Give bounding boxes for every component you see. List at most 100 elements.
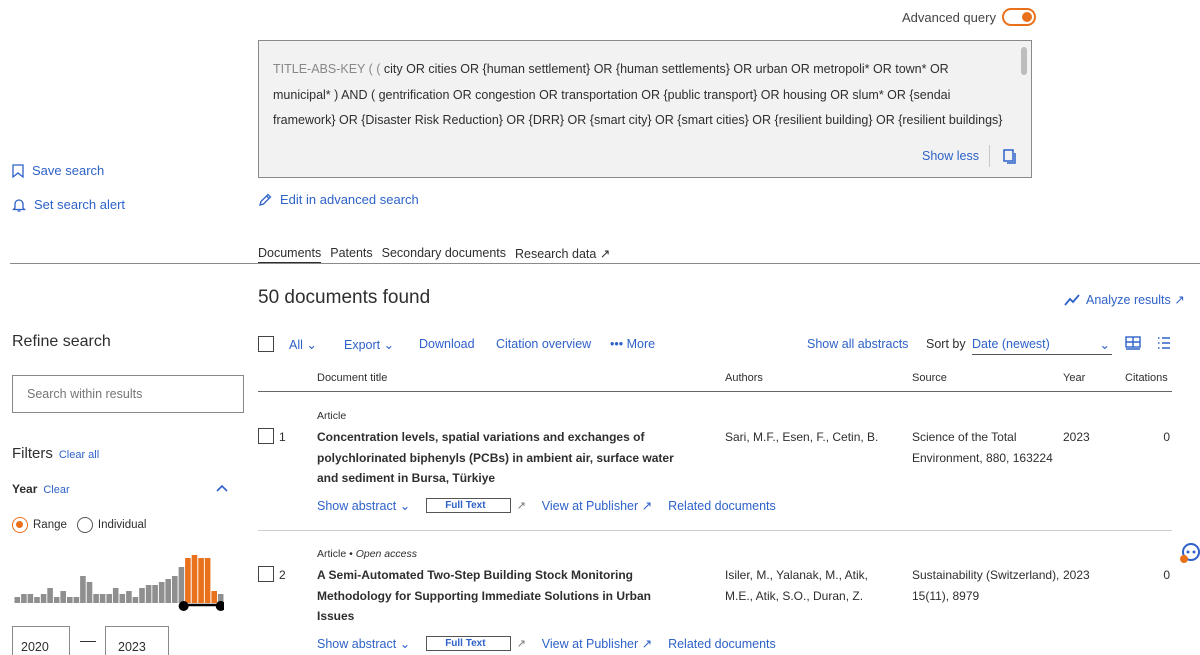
tab-documents[interactable]: Documents (258, 246, 322, 264)
analyze-results-link[interactable]: Analyze results ↗ (1064, 292, 1185, 307)
toggle-switch[interactable] (1001, 8, 1036, 26)
tab-research-data[interactable]: Research data ↗ (515, 246, 610, 264)
clear-all-link[interactable]: Clear all (59, 449, 99, 461)
trend-chart-icon (1064, 293, 1080, 306)
related-documents-link[interactable]: Related documents (668, 499, 776, 513)
advanced-query-toggle[interactable]: Advanced query (902, 8, 1036, 26)
bell-icon (12, 198, 26, 212)
row-number: 2 (279, 568, 286, 582)
authors[interactable]: Sari, M.F., Esen, F., Cetin, B. (725, 427, 895, 448)
full-text-button[interactable]: Full Text (426, 498, 511, 513)
chevron-down-icon: ⌄ (383, 338, 395, 352)
year-histogram[interactable] (14, 553, 224, 613)
col-source[interactable]: Source (912, 372, 947, 384)
external-link-icon: ↗ (516, 638, 526, 650)
view-at-publisher-link[interactable]: View at Publisher ↗ (542, 636, 652, 651)
more-button[interactable]: ••• More (610, 337, 655, 351)
histogram-bar (178, 567, 185, 603)
row-checkbox[interactable] (258, 428, 274, 444)
set-search-alert-link[interactable]: Set search alert (12, 197, 125, 212)
document-type: Article (317, 410, 347, 422)
document-type: Article • Open access (317, 548, 417, 560)
histogram-bar (27, 594, 34, 603)
query-line-2: municipal* ) AND ( gentrification OR con… (273, 87, 951, 102)
show-less-link[interactable]: Show less (922, 149, 979, 163)
chevron-up-icon[interactable] (216, 480, 228, 495)
histogram-bar (106, 594, 112, 603)
source[interactable]: Sustainability (Switzerland), 15(11), 89… (912, 565, 1072, 606)
select-all-checkbox[interactable] (258, 336, 274, 352)
divider (989, 145, 990, 167)
histogram-bar (132, 597, 139, 603)
bookmark-icon (12, 163, 24, 178)
histogram-bar (172, 576, 178, 603)
chevron-down-icon: ⌄ (306, 338, 317, 352)
tab-secondary-documents[interactable]: Secondary documents (382, 246, 506, 264)
list-view-icon[interactable] (1157, 336, 1171, 353)
query-box: TITLE-ABS-KEY ( ( city OR cities OR {hum… (258, 40, 1032, 178)
authors[interactable]: Isiler, M., Yalanak, M., Atik, M.E., Ati… (725, 565, 895, 606)
save-search-link[interactable]: Save search (12, 163, 104, 178)
show-abstract-label: Show abstract (317, 499, 397, 513)
results-toolbar: All ⌄ Export ⌄ Download Citation overvie… (258, 336, 1178, 356)
related-documents-link[interactable]: Related documents (668, 637, 776, 651)
year-from-input[interactable]: 2020 (12, 626, 70, 655)
tab-patents[interactable]: Patents (330, 246, 372, 264)
year-clear-link[interactable]: Clear (43, 484, 69, 496)
view-at-publisher-link[interactable]: View at Publisher ↗ (542, 498, 652, 513)
histogram-bar (93, 594, 99, 603)
histogram-bar (119, 594, 126, 603)
save-search-label: Save search (32, 163, 105, 178)
histogram-bar (185, 558, 191, 603)
individual-label: Individual (97, 519, 147, 532)
histogram-bar (86, 582, 93, 603)
query-line-3: framework} OR {Disaster Risk Reduction} … (273, 113, 1003, 127)
chat-assistant-icon[interactable] (1178, 540, 1200, 568)
show-all-abstracts-button[interactable]: Show all abstracts (807, 337, 908, 351)
open-access-label: Open access (355, 548, 417, 560)
citations[interactable]: 0 (1108, 430, 1170, 444)
col-authors[interactable]: Authors (725, 372, 763, 384)
range-radio[interactable]: Range (12, 517, 67, 533)
external-link-icon: ↗ (516, 500, 526, 512)
search-within-input[interactable] (12, 375, 244, 413)
show-abstract-button[interactable]: Show abstract ⌄ (317, 636, 410, 651)
sort-select[interactable]: Date (newest) ⌄ (972, 337, 1112, 355)
export-label: Export (344, 338, 381, 352)
filters-label: Filters (12, 445, 53, 462)
document-title-link[interactable]: A Semi-Automated Two-Step Building Stock… (317, 565, 677, 627)
full-text-button[interactable]: Full Text (426, 636, 511, 651)
set-search-alert-label: Set search alert (34, 197, 126, 212)
grid-view-icon[interactable] (1125, 336, 1141, 353)
range-dash (80, 641, 96, 642)
individual-radio[interactable]: Individual (76, 517, 147, 533)
query-scrollbar[interactable] (1021, 47, 1027, 75)
citation-overview-button[interactable]: Citation overview (496, 337, 591, 351)
col-document-title[interactable]: Document title (317, 372, 387, 384)
citations[interactable]: 0 (1108, 568, 1170, 582)
histogram-bar (165, 579, 171, 603)
copy-icon[interactable] (1003, 149, 1017, 164)
export-dropdown[interactable]: Export ⌄ (344, 337, 394, 352)
source[interactable]: Science of the Total Environment, 880, 1… (912, 427, 1072, 468)
histogram-bar (158, 582, 165, 603)
chevron-down-icon: ⌄ (399, 637, 411, 651)
edit-advanced-search-link[interactable]: Edit in advanced search (258, 192, 419, 207)
all-dropdown[interactable]: All ⌄ (289, 337, 317, 352)
range-slider-handle[interactable] (178, 601, 189, 611)
row-checkbox[interactable] (258, 566, 274, 582)
row-number: 1 (279, 430, 286, 444)
download-button[interactable]: Download (419, 337, 475, 351)
year-to-input[interactable]: 2023 (105, 626, 169, 655)
col-citations[interactable]: Citations (1125, 372, 1168, 384)
histogram-bar (191, 555, 198, 603)
year-label: Year (12, 482, 38, 496)
histogram-bar (53, 597, 60, 603)
query-text: TITLE-ABS-KEY ( ( city OR cities OR {hum… (273, 57, 1013, 134)
col-year[interactable]: Year (1063, 372, 1085, 384)
document-title-link[interactable]: Concentration levels, spatial variations… (317, 427, 677, 489)
row-actions: Show abstract ⌄ Full Text ↗ View at Publ… (317, 636, 776, 651)
show-abstract-button[interactable]: Show abstract ⌄ (317, 498, 410, 513)
result-tabs: Documents Patents Secondary documents Re… (258, 246, 610, 264)
query-prefix: TITLE-ABS-KEY ( ( (273, 62, 384, 76)
